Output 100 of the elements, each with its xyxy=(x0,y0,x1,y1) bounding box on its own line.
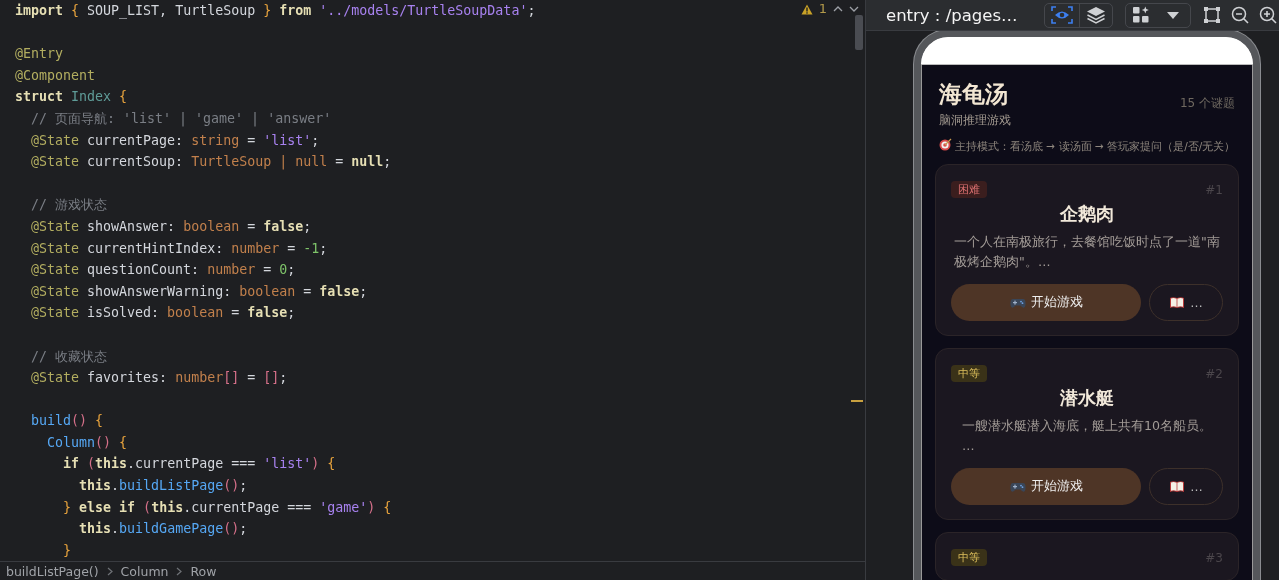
code-token: . xyxy=(111,520,120,539)
code-token: -1 xyxy=(303,239,320,258)
code-token: SOUP_LIST, TurtleSoup xyxy=(86,2,257,21)
code-token: = xyxy=(262,261,273,280)
device-selector[interactable] xyxy=(1125,2,1191,28)
code-token: Index xyxy=(71,88,113,107)
code-token: @State xyxy=(30,261,80,280)
code-token: = xyxy=(246,217,257,236)
chevron-right-icon xyxy=(106,566,113,576)
code-token: ; xyxy=(239,477,248,496)
code-token: @State xyxy=(30,131,80,150)
code-token: currentHintIndex: xyxy=(86,239,225,258)
difficulty-tag: 中等 xyxy=(951,549,987,566)
code-token: number xyxy=(207,261,256,280)
puzzle-teaser: 一艘潜水艇潜入海底，艇上共有10名船员。 … xyxy=(962,417,1212,455)
code-token: { xyxy=(71,2,80,20)
code-token: favorites: xyxy=(86,369,169,388)
code-token: if xyxy=(62,455,81,474)
gamepad-icon xyxy=(1009,480,1026,493)
code-token: () xyxy=(95,433,112,452)
code-token: this xyxy=(95,455,128,474)
code-token: // 游戏状态 xyxy=(30,196,108,215)
puzzle-teaser: 一个人在南极旅行，去餐馆吃饭时点了一道"南 极烤企鹅肉"。… xyxy=(954,233,1220,271)
code-token: { xyxy=(94,412,104,431)
code-token: { xyxy=(382,498,392,517)
code-token: = xyxy=(230,304,241,323)
preview-title: entry : /pages… xyxy=(886,5,1019,25)
code-token: ; xyxy=(239,520,248,539)
frame-icon[interactable] xyxy=(1203,6,1221,24)
code-token: number xyxy=(231,239,280,258)
code-token: import xyxy=(15,2,65,20)
chevron-down-icon[interactable] xyxy=(849,6,859,12)
code-token: @State xyxy=(30,282,80,301)
app-title: 海龟汤 xyxy=(939,80,1008,109)
code-token: showAnswer: xyxy=(86,217,177,236)
breadcrumb-item[interactable]: Row xyxy=(190,563,217,579)
gamepad-icon xyxy=(1009,296,1026,309)
zoom-in-icon[interactable] xyxy=(1259,6,1277,24)
code-token: build xyxy=(30,412,72,431)
start-game-button[interactable]: 开始游戏 xyxy=(951,284,1141,321)
code-token: showAnswerWarning: xyxy=(86,282,233,301)
code-token: isSolved: xyxy=(86,304,161,323)
code-token: from xyxy=(278,2,313,20)
code-token: '../models/TurtleSoupData' xyxy=(319,2,528,20)
code-token: currentSoup: xyxy=(86,153,185,172)
start-game-button[interactable]: 开始游戏 xyxy=(951,468,1141,505)
warning-count: 1 xyxy=(818,1,827,17)
book-icon xyxy=(1169,480,1186,493)
code-token: [] xyxy=(223,369,240,388)
puzzle-count: 15 个谜题 xyxy=(1179,95,1235,112)
app-subtitle: 脑洞推理游戏 xyxy=(938,113,1012,128)
code-token: // 页面导航: 'list' | 'game' | 'answer' xyxy=(30,109,332,129)
puzzle-title: 企鹅肉 xyxy=(1059,202,1115,226)
code-token: this xyxy=(78,477,112,496)
breadcrumb-item[interactable]: buildListPage() xyxy=(6,563,99,579)
code-token: @Component xyxy=(15,66,96,85)
code-token: .currentPage === xyxy=(183,498,313,517)
code-token: { xyxy=(119,88,128,107)
code-token: .currentPage === xyxy=(127,455,257,474)
chevron-right-icon xyxy=(176,566,183,576)
code-token: this xyxy=(151,498,184,517)
code-token: = xyxy=(334,153,345,172)
code-token: ; xyxy=(303,217,312,236)
puzzle-title: 潜水艇 xyxy=(1059,386,1115,410)
code-token: @State xyxy=(30,369,80,388)
code-token: boolean xyxy=(239,282,296,301)
code-token: @State xyxy=(30,153,80,172)
code-token: . xyxy=(111,477,120,496)
code-token: else if xyxy=(78,498,137,517)
code-token: number xyxy=(175,369,224,388)
code-token: () xyxy=(71,412,88,431)
code-token: () xyxy=(223,520,240,539)
code-token: Column xyxy=(46,433,96,452)
code-token: string xyxy=(191,131,240,150)
code-token: 'list' xyxy=(263,131,312,150)
code-token: @State xyxy=(30,239,80,258)
chevron-up-icon[interactable] xyxy=(833,6,843,12)
code-token: ) xyxy=(367,498,376,517)
code-token: ) xyxy=(311,455,320,474)
code-token: ( xyxy=(87,455,96,474)
code-token: ; xyxy=(359,282,368,301)
zoom-out-icon[interactable] xyxy=(1231,6,1249,24)
scrollbar-thumb[interactable] xyxy=(855,15,863,50)
target-icon xyxy=(939,138,952,151)
code-token: = xyxy=(246,369,257,388)
difficulty-tag: 困难 xyxy=(951,181,987,198)
code-token: @State xyxy=(30,304,80,323)
code-token: @Entry xyxy=(15,45,64,64)
code-token: currentPage: xyxy=(86,131,185,150)
code-token: null xyxy=(351,153,384,172)
warning-marker xyxy=(851,400,863,402)
code-token: 'game' xyxy=(319,498,368,517)
code-token: } xyxy=(62,498,72,517)
code-token: [] xyxy=(263,369,280,388)
code-token: @State xyxy=(30,217,80,236)
code-token: = xyxy=(302,282,313,301)
code-token: 0 xyxy=(279,261,288,280)
breadcrumb-item[interactable]: Column xyxy=(120,563,169,579)
code-token: ; xyxy=(287,261,296,280)
code-token: ( xyxy=(143,498,152,517)
